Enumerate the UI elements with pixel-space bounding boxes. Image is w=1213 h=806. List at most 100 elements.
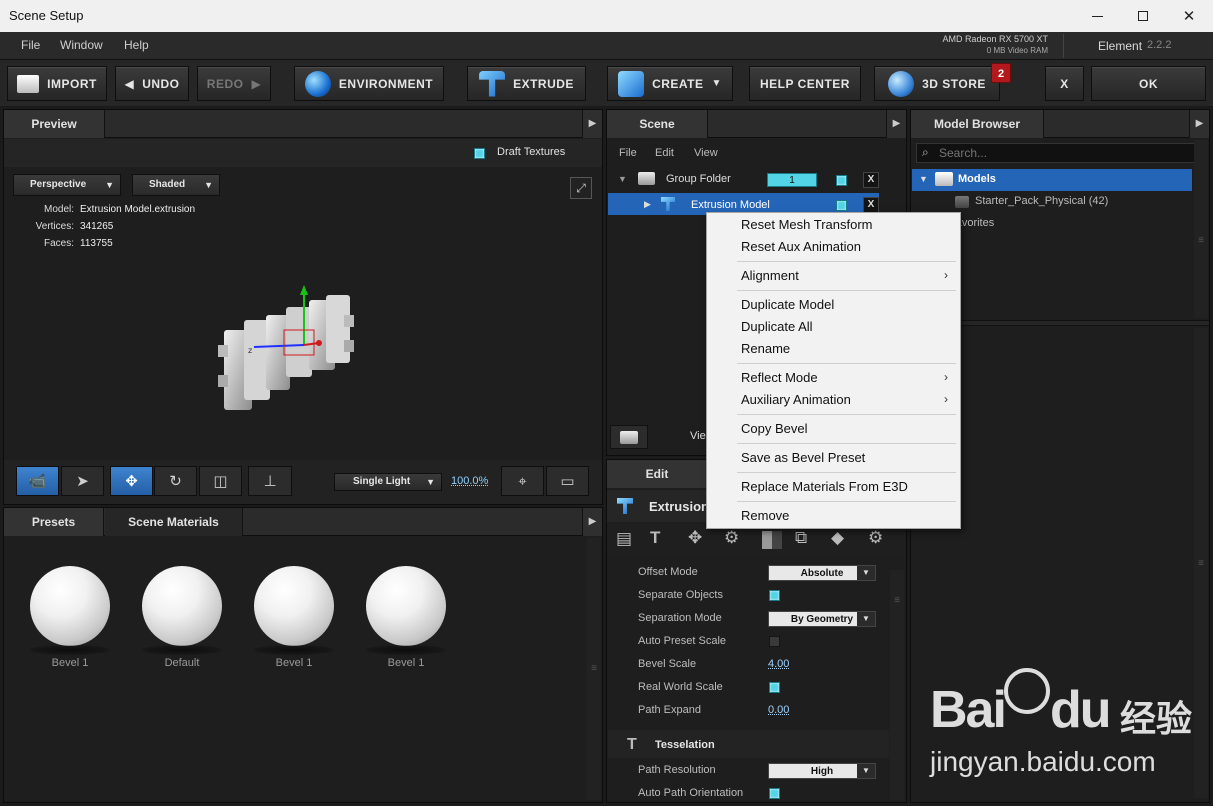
menu-item-remove[interactable]: Remove (741, 508, 789, 523)
environment-button[interactable]: ENVIRONMENT (294, 66, 444, 101)
3d-model-viewport[interactable]: z (214, 285, 364, 425)
group-visible-checkbox[interactable] (836, 175, 847, 186)
help-center-button[interactable]: HELP CENTER (749, 66, 861, 101)
draft-textures-checkbox[interactable] (474, 148, 485, 159)
extrude-button[interactable]: EXTRUDE (467, 66, 586, 101)
group-folder-label[interactable]: Group Folder (666, 173, 731, 185)
import-button[interactable]: IMPORT (7, 66, 107, 101)
search-box[interactable]: ⌕ (916, 143, 1204, 163)
presets-header: Presets Scene Materials ▶ (4, 508, 602, 536)
auto-path-orientation-checkbox[interactable] (769, 788, 780, 799)
menu-item-replace-materials[interactable]: Replace Materials From E3D (741, 479, 908, 494)
text-tool-icon[interactable]: T (650, 528, 660, 548)
search-input[interactable] (939, 145, 1199, 161)
path-resolution-dropdown[interactable]: High ▼ (768, 763, 876, 779)
select-tool-button[interactable]: ➤ (61, 466, 104, 496)
rotate-tool-button[interactable]: ↻ (154, 466, 197, 496)
scene-menu-view[interactable]: View (694, 147, 718, 159)
tab-preview[interactable]: Preview (4, 110, 105, 138)
menu-item-copy-bevel[interactable]: Copy Bevel (741, 421, 807, 436)
offset-mode-dropdown[interactable]: Absolute ▼ (768, 565, 876, 581)
preset-sphere-3[interactable] (254, 566, 334, 646)
tab-scene[interactable]: Scene (607, 110, 708, 138)
move-tool-button[interactable]: ✥ (110, 466, 153, 496)
target-tool-button[interactable]: ⌖ (501, 466, 544, 496)
expand-triangle-icon[interactable]: ▼ (919, 174, 928, 184)
settings-gear-icon[interactable]: ⚙ (868, 528, 883, 548)
model-visible-checkbox[interactable] (836, 200, 847, 211)
menu-item-save-bevel-preset[interactable]: Save as Bevel Preset (741, 450, 865, 465)
expand-triangle-icon[interactable]: ▼ (618, 174, 627, 184)
menu-item-auxiliary-animation[interactable]: Auxiliary Animation (741, 392, 851, 407)
axis-tool-button[interactable]: ⊥ (248, 466, 292, 496)
close-window-button[interactable]: ✕ (1166, 0, 1212, 32)
3d-store-button[interactable]: 3D STORE (874, 66, 1000, 101)
menu-item-reset-aux-animation[interactable]: Reset Aux Animation (741, 239, 861, 254)
model-delete-button[interactable]: X (863, 197, 879, 213)
menu-item-rename[interactable]: Rename (741, 341, 790, 356)
group-count-dropdown[interactable]: 1 (767, 173, 817, 187)
menu-item-alignment[interactable]: Alignment (741, 268, 799, 283)
panel-expand-arrow-icon[interactable]: ▶ (886, 110, 906, 138)
tab-scene-materials[interactable]: Scene Materials (105, 508, 243, 536)
menu-item-reset-mesh-transform[interactable]: Reset Mesh Transform (741, 217, 873, 232)
real-world-scale-checkbox[interactable] (769, 682, 780, 693)
scene-menu-edit[interactable]: Edit (655, 147, 674, 159)
model-name-label[interactable]: Extrusion Model (691, 199, 770, 211)
fullscreen-icon[interactable]: ⤢ (570, 177, 592, 199)
starter-pack-label[interactable]: Starter_Pack_Physical (42) (975, 195, 1108, 207)
group-delete-button[interactable]: X (863, 172, 879, 188)
tesselation-section-header[interactable] (608, 730, 889, 758)
path-expand-value[interactable]: 0.00 (768, 704, 789, 716)
ok-button[interactable]: OK (1091, 66, 1206, 101)
menu-item-duplicate-model[interactable]: Duplicate Model (741, 297, 834, 312)
separate-objects-checkbox[interactable] (769, 590, 780, 601)
browser-top-scrollbar[interactable]: ≡ (1194, 140, 1208, 318)
menu-window[interactable]: Window (60, 38, 103, 52)
screen-tool-button[interactable]: ▭ (546, 466, 589, 496)
move-icon[interactable]: ✥ (688, 528, 702, 548)
camera-tool-button[interactable]: 📹 (16, 466, 59, 496)
shade-mode-dropdown[interactable]: Shaded ▼ (132, 174, 220, 196)
maximize-button[interactable] (1120, 0, 1166, 32)
extrusion-icon[interactable]: ▤ (616, 529, 632, 549)
create-button[interactable]: CREATE ▼ (607, 66, 733, 101)
preset-sphere-4[interactable] (366, 566, 446, 646)
models-root-label[interactable]: Models (958, 173, 996, 185)
edit-scrollbar[interactable]: ≡ (890, 570, 904, 800)
shape-icon[interactable]: ◆ (831, 528, 844, 548)
path-resolution-label: Path Resolution (638, 764, 716, 776)
gears-icon[interactable]: ⚙ (724, 528, 739, 548)
preset-sphere-2[interactable] (142, 566, 222, 646)
zoom-value[interactable]: 100.0% (451, 475, 488, 487)
material-icon[interactable] (762, 531, 782, 549)
view-label[interactable]: Vie (690, 430, 706, 442)
menu-item-reflect-mode[interactable]: Reflect Mode (741, 370, 818, 385)
menu-item-duplicate-all[interactable]: Duplicate All (741, 319, 813, 334)
panel-expand-arrow-icon[interactable]: ▶ (1189, 110, 1209, 138)
light-mode-dropdown[interactable]: Single Light ▼ (334, 473, 442, 491)
redo-button[interactable]: REDO ▶ (197, 66, 271, 101)
menu-file[interactable]: File (21, 38, 40, 52)
bevel-scale-value[interactable]: 4.00 (768, 658, 789, 670)
cancel-button[interactable]: X (1045, 66, 1084, 101)
add-folder-button[interactable] (610, 425, 648, 449)
uv-icon[interactable]: ⧉ (795, 528, 807, 548)
undo-button[interactable]: ◀ UNDO (115, 66, 189, 101)
tab-model-browser[interactable]: Model Browser (911, 110, 1044, 138)
expand-arrow-icon[interactable]: ▶ (644, 199, 651, 210)
separation-mode-dropdown[interactable]: By Geometry ▼ (768, 611, 876, 627)
tab-presets[interactable]: Presets (4, 508, 104, 536)
scene-menu-file[interactable]: File (619, 147, 637, 159)
preset-sphere-1[interactable] (30, 566, 110, 646)
scale-tool-button[interactable]: ◫ (199, 466, 242, 496)
presets-scrollbar[interactable]: ≡ (587, 538, 601, 800)
minimize-button[interactable] (1074, 0, 1120, 32)
models-row-selected[interactable] (912, 169, 1192, 191)
panel-expand-arrow-icon[interactable]: ▶ (582, 110, 602, 138)
auto-preset-scale-checkbox[interactable] (769, 636, 780, 647)
menu-help[interactable]: Help (124, 38, 149, 52)
view-mode-dropdown[interactable]: Perspective ▼ (13, 174, 121, 196)
panel-expand-arrow-icon[interactable]: ▶ (582, 508, 602, 536)
tab-edit[interactable]: Edit (607, 460, 708, 488)
